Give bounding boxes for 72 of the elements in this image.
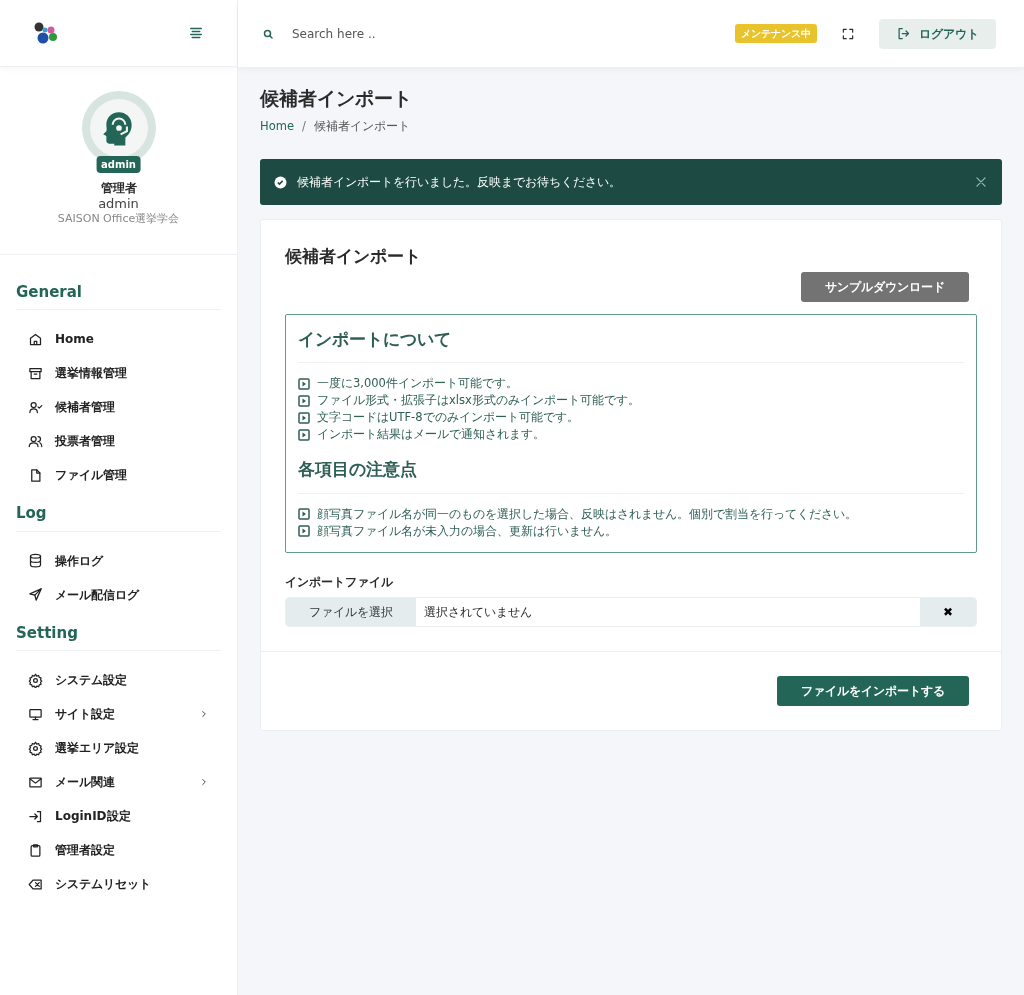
users-icon	[28, 433, 43, 449]
search-icon	[262, 27, 274, 40]
sidebar-item[interactable]: 選挙情報管理	[0, 356, 237, 391]
card-title: 候補者インポート	[285, 245, 422, 269]
sidebar-item[interactable]: Home	[0, 322, 237, 357]
profile-name: 管理者	[100, 180, 137, 197]
chevron-right-icon	[199, 777, 209, 788]
import-submit-button[interactable]: ファイルをインポートする	[777, 675, 969, 706]
info-text: インポート結果はメールで通知されます。	[317, 426, 545, 444]
role-badge: admin	[96, 156, 141, 173]
file-input[interactable]: ファイルを選択 選択されていません ✖	[285, 596, 977, 627]
archive-icon	[28, 365, 43, 381]
play-square-icon	[298, 525, 310, 538]
play-square-icon	[298, 394, 310, 407]
gear-icon	[28, 740, 43, 756]
gear-icon	[28, 672, 43, 688]
info-heading: 各項目の注意点	[298, 453, 964, 494]
play-square-icon	[298, 411, 310, 424]
info-text: 一度に3,000件インポート可能です。	[317, 375, 518, 393]
sample-download-button[interactable]: サンプルダウンロード	[801, 271, 969, 302]
breadcrumb-separator: /	[301, 117, 306, 135]
sidebar-item[interactable]: 管理者設定	[0, 833, 237, 868]
info-heading: インポートについて	[298, 322, 964, 364]
sidebar-item[interactable]: システムリセット	[0, 867, 237, 902]
section-heading: Setting	[16, 621, 221, 652]
sidebar-item[interactable]: システム設定	[0, 663, 237, 698]
home-icon	[28, 331, 43, 347]
info-text: ファイル形式・拡張子はxlsx形式のみインポート可能です。	[317, 392, 640, 410]
file-status: 選択されていません	[423, 603, 533, 621]
clipboard-icon	[28, 842, 43, 858]
play-square-icon	[298, 377, 310, 390]
page-title: 候補者インポート	[260, 87, 413, 110]
close-icon[interactable]	[974, 175, 988, 190]
send-icon	[28, 587, 43, 603]
check-circle-icon	[274, 175, 287, 189]
mail-icon	[28, 774, 43, 790]
file-icon	[28, 467, 43, 483]
sidebar-item[interactable]: ファイル管理	[0, 458, 237, 493]
profile-username: admin	[98, 197, 139, 212]
play-square-icon	[298, 508, 310, 521]
sidebar-item[interactable]: 投票者管理	[0, 424, 237, 459]
breadcrumb-current: 候補者インポート	[313, 117, 410, 135]
chevron-right-icon	[199, 709, 209, 720]
organization-name: SAISON Office選挙学会	[57, 211, 180, 228]
sidebar-item[interactable]: 操作ログ	[0, 543, 237, 578]
info-text: 顔写真ファイル名が未入力の場合、更新は行いません。	[317, 522, 617, 540]
choose-file-button[interactable]: ファイルを選択	[286, 597, 416, 626]
sidebar-item[interactable]: メール配信ログ	[0, 577, 237, 612]
logout-button[interactable]: ログアウト	[879, 18, 996, 49]
sidebar-item[interactable]: メール関連	[0, 765, 237, 800]
fullscreen-icon[interactable]	[841, 26, 855, 41]
status-badge: メンテナンス中	[735, 24, 817, 43]
sidebar-item[interactable]: 候補者管理	[0, 390, 237, 425]
clear-file-button[interactable]: ✖	[920, 597, 976, 626]
monitor-icon	[28, 706, 43, 722]
section-heading: Log	[16, 502, 221, 532]
field-label: インポートファイル	[285, 573, 394, 591]
breadcrumb-link[interactable]: Home	[260, 117, 294, 136]
section-heading: General	[16, 280, 221, 311]
user-check-icon	[28, 399, 43, 415]
delete-key-icon	[28, 876, 43, 892]
login-icon	[28, 808, 43, 824]
sidebar-item[interactable]: LoginID設定	[0, 799, 237, 834]
database-icon	[28, 553, 43, 569]
logo-icon[interactable]	[34, 22, 58, 44]
logout-icon	[896, 26, 911, 41]
info-text: 顔写真ファイル名が同一のものを選択した場合、反映はされません。個別で割当を行ってください。	[317, 505, 857, 523]
sidebar-item[interactable]: サイト設定	[0, 697, 237, 732]
sidebar-item[interactable]: 選挙エリア設定	[0, 731, 237, 766]
info-text: 文字コードはUTF-8でのみインポート可能です。	[317, 409, 579, 427]
play-square-icon	[298, 428, 310, 441]
alert-message: 候補者インポートを行いました。反映までお待ちください。	[297, 174, 622, 192]
